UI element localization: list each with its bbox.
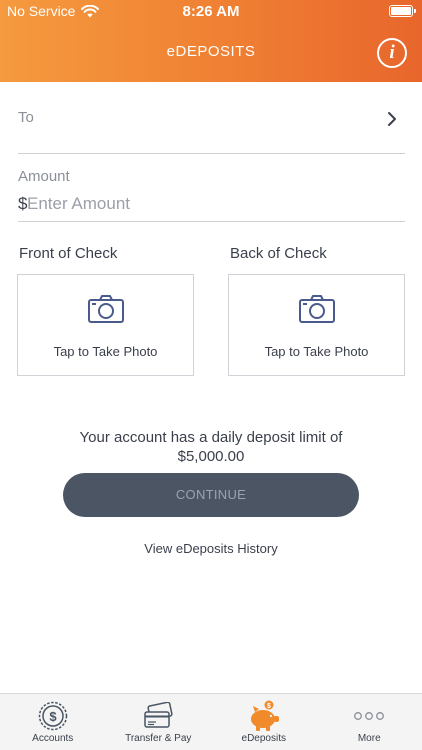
piggy-bank-icon: $ bbox=[250, 700, 279, 731]
tab-edeposits-label: eDeposits bbox=[241, 733, 286, 744]
tab-transfer-pay[interactable]: Transfer & Pay bbox=[106, 694, 212, 750]
chevron-right-icon bbox=[388, 112, 396, 126]
amount-field: $ bbox=[18, 190, 405, 222]
page-title: eDEPOSITS bbox=[166, 43, 256, 60]
continue-button[interactable]: CONTINUE bbox=[63, 473, 359, 517]
edeposits-history-link[interactable]: View eDeposits History bbox=[0, 541, 422, 556]
tab-more-label: More bbox=[357, 733, 381, 744]
camera-icon bbox=[88, 295, 124, 323]
amount-label: Amount bbox=[18, 168, 70, 185]
tab-transfer-pay-label: Transfer & Pay bbox=[125, 733, 192, 744]
more-dots-icon bbox=[354, 712, 385, 720]
to-account-selector[interactable]: To bbox=[18, 100, 405, 154]
front-check-caption: Tap to Take Photo bbox=[53, 344, 158, 359]
info-button[interactable]: i bbox=[377, 38, 407, 68]
back-check-photo-button[interactable]: Tap to Take Photo bbox=[228, 274, 405, 376]
header-bar: No Service 8:26 AM eDEPOSITS i bbox=[0, 0, 422, 82]
tab-more[interactable]: More bbox=[317, 694, 422, 750]
tab-edeposits[interactable]: $ eDeposits bbox=[211, 694, 317, 750]
tab-accounts-label: Accounts bbox=[32, 733, 74, 744]
amount-input[interactable] bbox=[27, 191, 387, 217]
deposit-limit-notice: Your account has a daily deposit limit o… bbox=[40, 428, 382, 466]
deposit-limit-amount: $5,000.00 bbox=[177, 448, 245, 465]
back-check-title: Back of Check bbox=[230, 245, 327, 262]
cards-icon bbox=[144, 702, 173, 728]
svg-text:$: $ bbox=[49, 709, 57, 724]
camera-icon bbox=[299, 295, 335, 323]
battery-icon bbox=[389, 5, 416, 17]
front-check-title: Front of Check bbox=[19, 245, 118, 262]
tab-accounts[interactable]: $ Accounts bbox=[0, 694, 106, 750]
front-check-photo-button[interactable]: Tap to Take Photo bbox=[17, 274, 194, 376]
tab-bar: $ Accounts Transfer & Pay $ eDeposits Mo… bbox=[0, 693, 422, 750]
status-time: 8:26 AM bbox=[182, 3, 240, 20]
dollar-coin-icon: $ bbox=[38, 701, 67, 731]
status-bar: No Service 8:26 AM bbox=[0, 0, 422, 24]
deposit-limit-line: Your account has a daily deposit limit o… bbox=[79, 429, 343, 446]
svg-text:$: $ bbox=[267, 703, 271, 710]
back-check-caption: Tap to Take Photo bbox=[264, 344, 369, 359]
to-label: To bbox=[18, 109, 34, 126]
